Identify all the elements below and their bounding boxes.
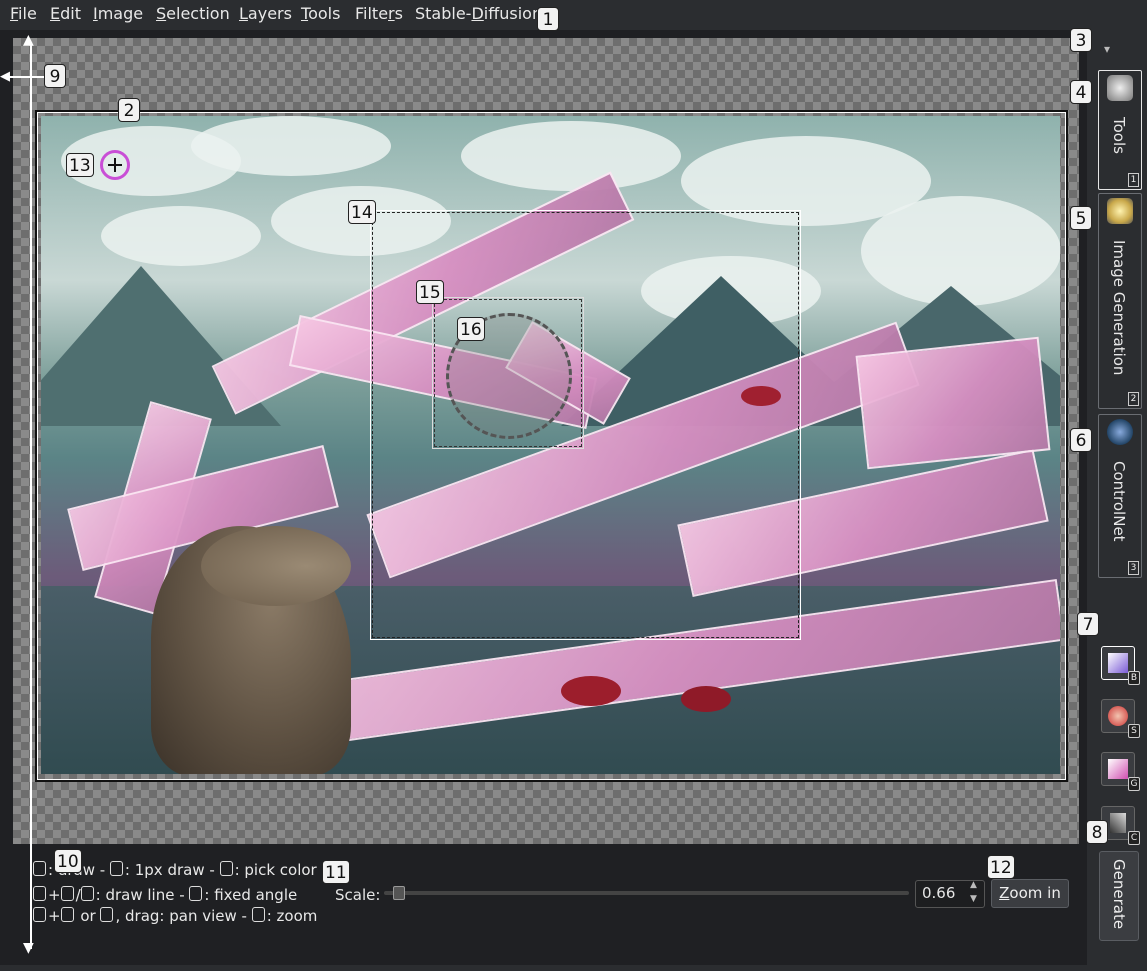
left-mouse-icon (33, 861, 46, 876)
brush-icon (1108, 653, 1128, 673)
scale-value[interactable]: 0.66 (922, 884, 955, 902)
vertical-arrow-line (30, 44, 32, 949)
generation-area-tool-key: G (1128, 777, 1140, 791)
menu-stable-diffusion[interactable]: Stable-Diffusion (415, 4, 542, 23)
shift-key-icon (33, 886, 46, 901)
hint-line-2: + /: draw line - : fixed angle (33, 886, 297, 904)
marker-2: 2 (118, 98, 140, 122)
tab-controlnet[interactable]: ControlNet 3 (1098, 414, 1142, 578)
left-mouse-icon (60, 886, 74, 901)
menu-edit[interactable]: Edit (50, 4, 81, 23)
fixed-angle-key-icon (189, 886, 203, 901)
marker-5: 5 (1070, 206, 1092, 230)
tab-image-generation[interactable]: Image Generation 2 (1098, 193, 1142, 409)
scale-label: Scale: (335, 886, 381, 904)
generate-button-label: Generate (1110, 859, 1128, 930)
eyedropper-icon (1110, 813, 1126, 833)
menu-file[interactable]: File (10, 4, 37, 23)
smudge-tool-button[interactable]: S (1101, 699, 1140, 738)
middle-mouse-icon (100, 907, 114, 922)
marker-8: 8 (1086, 820, 1108, 844)
menu-image[interactable]: Image (93, 4, 143, 23)
menu-bar: File Edit Image Selection Layers Tools F… (0, 0, 1147, 28)
tab-image-generation-label: Image Generation (1110, 240, 1128, 376)
crosshair-v (114, 158, 116, 172)
left-mouse-icon (60, 907, 74, 922)
hint-line-3: + or , drag: pan view - : zoom (33, 907, 317, 925)
smudge-icon (1108, 706, 1128, 726)
marker-16: 16 (457, 317, 485, 341)
tab-tools-number: 1 (1128, 173, 1139, 187)
menu-layers[interactable]: Layers (239, 4, 292, 23)
controlnet-icon (1107, 419, 1133, 445)
arrow-left-icon: ◀ (0, 69, 10, 84)
sparkle-icon (1107, 198, 1133, 224)
tab-tools[interactable]: Tools 1 (1098, 70, 1142, 190)
menu-filters[interactable]: Filters (355, 4, 403, 23)
arrow-up-icon: ▲ (23, 32, 34, 48)
ctrl-key-icon (219, 861, 233, 876)
marker-11: 11 (322, 860, 350, 884)
generate-area-icon (1108, 759, 1128, 779)
marker-15: 15 (416, 280, 444, 304)
marker-1: 1 (537, 7, 559, 31)
marker-6: 6 (1070, 428, 1092, 452)
marker-12: 12 (987, 855, 1015, 879)
scroll-wheel-icon (251, 907, 265, 922)
right-mouse-icon (80, 886, 94, 901)
panel-dropdown-icon[interactable]: ▾ (1104, 42, 1110, 56)
color-picker-tool-key: C (1128, 831, 1140, 845)
tools-tab-icon (1107, 75, 1133, 101)
menu-tools[interactable]: Tools (301, 4, 340, 23)
smudge-tool-key: S (1128, 724, 1140, 738)
scale-slider[interactable] (384, 891, 909, 895)
scale-slider-handle[interactable] (393, 886, 405, 900)
marker-13: 13 (66, 153, 94, 177)
marker-7: 7 (1077, 612, 1099, 636)
tab-image-generation-number: 2 (1128, 392, 1139, 406)
spin-down-icon[interactable]: ▼ (970, 894, 977, 904)
tab-controlnet-label: ControlNet (1110, 461, 1128, 542)
tab-tools-label: Tools (1110, 117, 1128, 154)
marker-9: 9 (44, 64, 66, 88)
marker-4: 4 (1070, 80, 1092, 104)
right-mouse-icon (109, 861, 123, 876)
arrow-down-icon: ▼ (23, 940, 34, 956)
generation-area-tool-button[interactable]: G (1101, 752, 1140, 791)
tab-controlnet-number: 3 (1128, 561, 1139, 575)
spin-up-icon[interactable]: ▲ (970, 880, 977, 890)
zoom-in-button[interactable]: Zoom in (991, 879, 1069, 908)
horizontal-arrow-line (6, 76, 44, 78)
marker-3: 3 (1070, 28, 1092, 52)
ctrl-key-icon (33, 907, 46, 922)
marker-10: 10 (54, 849, 82, 873)
menu-selection[interactable]: Selection (156, 4, 230, 23)
brush-tool-button[interactable]: B (1101, 646, 1140, 685)
brush-tool-key: B (1128, 671, 1140, 685)
marker-14: 14 (348, 200, 376, 224)
